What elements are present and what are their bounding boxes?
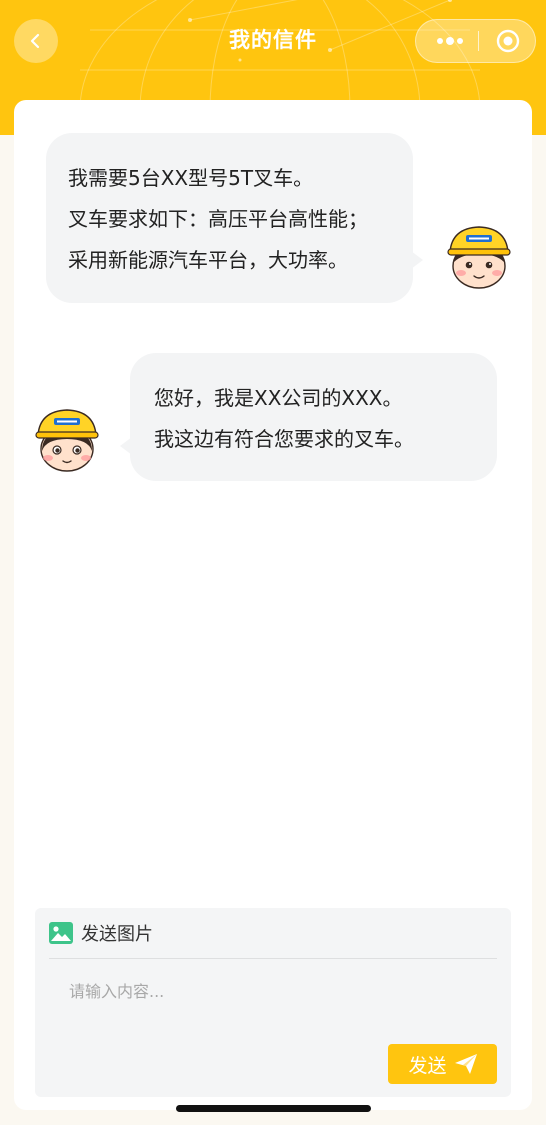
target-circle-icon [496, 29, 520, 53]
more-button[interactable] [424, 20, 476, 62]
message-line: 我这边有符合您要求的叉车。 [154, 427, 414, 451]
message-bubble-agent: 您好，我是XX公司的XXX。 我这边有符合您要求的叉车。 [120, 353, 497, 481]
message-bubble-user: 我需要5台XX型号5T叉车。 叉车要求如下：高压平台高性能； 采用新能源汽车平台… [46, 133, 423, 303]
send-image-button[interactable]: 发送图片 [49, 920, 153, 946]
message-composer: 发送图片 发送 [35, 908, 511, 1097]
message-line: 采用新能源汽车平台，大功率。 [68, 248, 348, 272]
user-avatar [447, 226, 511, 289]
composer-divider [49, 958, 497, 959]
send-button[interactable]: 发送 [388, 1044, 497, 1084]
message-input[interactable] [55, 970, 485, 1030]
message-line: 我需要5台XX型号5T叉车。 [68, 166, 314, 190]
image-icon [49, 922, 73, 944]
message-line: 叉车要求如下：高压平台高性能； [68, 207, 368, 231]
mini-program-capsule [415, 19, 536, 63]
paper-plane-icon [454, 1054, 477, 1074]
capsule-divider [478, 31, 479, 51]
more-dots-icon [437, 37, 463, 45]
agent-avatar [35, 409, 99, 472]
home-indicator [176, 1105, 371, 1112]
send-label: 发送 [408, 1054, 447, 1077]
close-mini-program-button[interactable] [484, 20, 532, 62]
send-image-label: 发送图片 [81, 924, 153, 945]
message-line: 您好，我是XX公司的XXX。 [154, 386, 403, 410]
